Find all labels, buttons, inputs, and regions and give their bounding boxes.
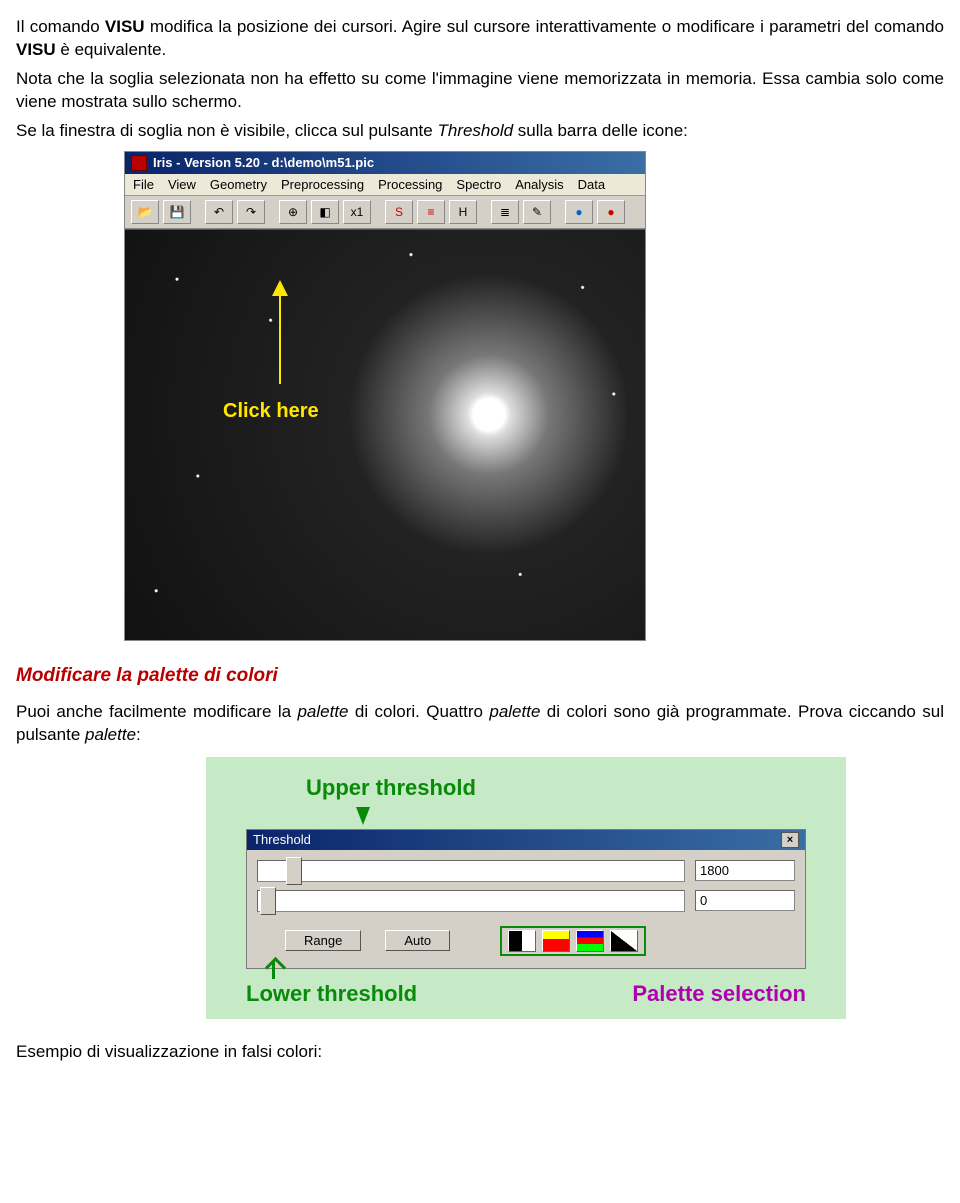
menu-geometry[interactable]: Geometry bbox=[210, 177, 267, 192]
lower-threshold-value[interactable]: 0 bbox=[695, 890, 795, 911]
threshold-word: Threshold bbox=[437, 121, 513, 140]
threshold-icon[interactable]: ◧ bbox=[311, 200, 339, 224]
paragraph-palette: Puoi anche facilmente modificare la pale… bbox=[16, 701, 944, 747]
slider-knob[interactable] bbox=[286, 857, 302, 885]
target-icon[interactable]: ⊕ bbox=[279, 200, 307, 224]
palette-word: palette bbox=[489, 702, 540, 721]
text: sulla barra delle icone: bbox=[513, 121, 688, 140]
text: : bbox=[136, 725, 141, 744]
menu-data[interactable]: Data bbox=[578, 177, 605, 192]
arrow-line-icon bbox=[272, 961, 275, 979]
palette-bw-button[interactable] bbox=[508, 930, 536, 952]
visu-command: VISU bbox=[105, 17, 145, 36]
text: modifica la posizione dei cursori. Agire… bbox=[145, 17, 944, 36]
undo-icon[interactable]: ↶ bbox=[205, 200, 233, 224]
save-icon[interactable]: 💾 bbox=[163, 200, 191, 224]
threshold-window: Threshold × 1800 0 Range Auto bbox=[246, 829, 806, 969]
palette-fire-button[interactable] bbox=[542, 930, 570, 952]
iris-app-icon bbox=[131, 155, 147, 171]
text: di colori. Quattro bbox=[349, 702, 490, 721]
slider-knob[interactable] bbox=[260, 887, 276, 915]
threshold-body: 1800 0 Range Auto bbox=[247, 850, 805, 968]
upper-threshold-row: 1800 bbox=[257, 860, 795, 882]
lower-threshold-label: Lower threshold bbox=[246, 981, 417, 1007]
palette-selection-group bbox=[500, 926, 646, 956]
redo-icon[interactable]: ↷ bbox=[237, 200, 265, 224]
menu-processing[interactable]: Processing bbox=[378, 177, 442, 192]
paragraph-note: Nota che la soglia selezionata non ha ef… bbox=[16, 68, 944, 114]
threshold-title-text: Threshold bbox=[253, 832, 311, 847]
threshold-buttons-row: Range Auto bbox=[257, 920, 795, 958]
paragraph-threshold-hint: Se la finestra di soglia non è visibile,… bbox=[16, 120, 944, 143]
threshold-figure: Upper threshold Threshold × 1800 0 Range bbox=[206, 757, 846, 1019]
levels-icon[interactable]: ≣ bbox=[491, 200, 519, 224]
blue-dot-icon[interactable]: ● bbox=[565, 200, 593, 224]
menu-view[interactable]: View bbox=[168, 177, 196, 192]
marker-icon[interactable]: ✎ bbox=[523, 200, 551, 224]
histo-icon[interactable]: ≡ bbox=[417, 200, 445, 224]
text: Il comando bbox=[16, 17, 105, 36]
curve-icon[interactable]: S bbox=[385, 200, 413, 224]
paragraph-false-colors: Esempio di visualizzazione in falsi colo… bbox=[16, 1041, 944, 1064]
open-icon[interactable]: 📂 bbox=[131, 200, 159, 224]
range-button[interactable]: Range bbox=[285, 930, 361, 951]
menu-preprocessing[interactable]: Preprocessing bbox=[281, 177, 364, 192]
arrow-down-icon bbox=[356, 807, 370, 825]
red-dot-icon[interactable]: ● bbox=[597, 200, 625, 224]
visu-command: VISU bbox=[16, 40, 56, 59]
menu-spectro[interactable]: Spectro bbox=[456, 177, 501, 192]
click-here-label: Click here bbox=[223, 400, 319, 423]
palette-gray-button[interactable] bbox=[610, 930, 638, 952]
menu-file[interactable]: File bbox=[133, 177, 154, 192]
text: è equivalente. bbox=[56, 40, 167, 59]
palette-word: palette bbox=[297, 702, 348, 721]
close-icon[interactable]: × bbox=[781, 832, 799, 848]
palette-rainbow-button[interactable] bbox=[576, 930, 604, 952]
text: Puoi anche facilmente modificare la bbox=[16, 702, 297, 721]
iris-titlebar: Iris - Version 5.20 - d:\demo\m51.pic bbox=[125, 152, 645, 174]
iris-title-text: Iris - Version 5.20 - d:\demo\m51.pic bbox=[153, 155, 374, 170]
text: Se la finestra di soglia non è visibile,… bbox=[16, 121, 437, 140]
paragraph-visu-intro: Il comando VISU modifica la posizione de… bbox=[16, 16, 944, 62]
iris-window: Iris - Version 5.20 - d:\demo\m51.pic Fi… bbox=[124, 151, 646, 641]
lower-threshold-row: 0 bbox=[257, 890, 795, 912]
palette-word: palette bbox=[85, 725, 136, 744]
palette-selection-label: Palette selection bbox=[632, 981, 806, 1007]
upper-threshold-value[interactable]: 1800 bbox=[695, 860, 795, 881]
upper-threshold-label: Upper threshold bbox=[306, 775, 806, 801]
iris-toolbar: 📂 💾 ↶ ↷ ⊕ ◧ x1 S ≡ H ≣ ✎ ● ● bbox=[125, 196, 645, 229]
h-icon[interactable]: H bbox=[449, 200, 477, 224]
threshold-titlebar: Threshold × bbox=[247, 830, 805, 850]
arrow-up-icon bbox=[279, 294, 281, 384]
menu-analysis[interactable]: Analysis bbox=[515, 177, 563, 192]
lower-threshold-slider[interactable] bbox=[257, 890, 685, 912]
iris-image-canvas: Click here bbox=[125, 229, 645, 640]
upper-threshold-slider[interactable] bbox=[257, 860, 685, 882]
x1-icon[interactable]: x1 bbox=[343, 200, 371, 224]
auto-button[interactable]: Auto bbox=[385, 930, 450, 951]
iris-menubar: File View Geometry Preprocessing Process… bbox=[125, 174, 645, 196]
section-title-palette: Modificare la palette di colori bbox=[16, 665, 944, 687]
